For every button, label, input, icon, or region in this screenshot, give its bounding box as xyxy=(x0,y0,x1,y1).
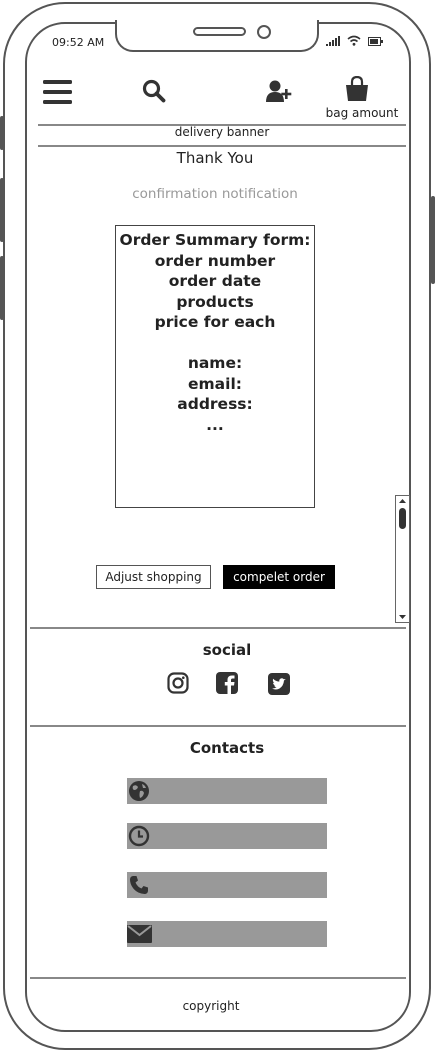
side-button-volume-down xyxy=(0,256,4,320)
contacts-heading: Contacts xyxy=(189,739,265,757)
menu-button[interactable] xyxy=(43,80,72,105)
globe-icon xyxy=(129,781,149,801)
search-icon xyxy=(142,79,166,103)
instagram-icon xyxy=(167,672,189,694)
add-user-icon xyxy=(266,80,292,102)
phone-notch xyxy=(115,20,319,52)
search-button[interactable] xyxy=(142,79,166,103)
clock-icon xyxy=(128,825,150,847)
contact-hours[interactable] xyxy=(127,823,327,849)
side-button-volume-up xyxy=(0,178,4,242)
social-divider xyxy=(30,725,406,727)
name-field: name: xyxy=(187,354,243,372)
battery-icon xyxy=(368,37,383,46)
wifi-icon xyxy=(347,35,361,46)
more-fields-ellipsis: ... xyxy=(206,415,224,434)
side-button-mute xyxy=(0,116,4,150)
bag-amount-label: bag amount xyxy=(325,106,399,120)
contact-website[interactable] xyxy=(127,778,327,804)
products-field: products xyxy=(176,292,254,311)
email-field: email: xyxy=(188,374,242,393)
status-time: 09:52 AM xyxy=(52,36,105,49)
social-heading: social xyxy=(202,641,252,659)
main-divider xyxy=(30,627,406,629)
facebook-link[interactable] xyxy=(216,672,238,694)
thank-you-heading: Thank You xyxy=(176,149,254,167)
contacts-divider xyxy=(30,977,406,979)
contact-email[interactable] xyxy=(127,921,327,947)
hamburger-icon xyxy=(43,80,72,104)
facebook-icon xyxy=(216,672,238,694)
price-field: price for each xyxy=(154,313,276,331)
confirmation-notification: confirmation notification xyxy=(132,186,298,202)
instagram-link[interactable] xyxy=(167,672,189,694)
signal-icon xyxy=(326,36,340,46)
complete-order-button[interactable]: compelet order xyxy=(223,565,335,589)
front-camera xyxy=(257,25,271,39)
twitter-icon xyxy=(268,673,290,695)
bag-button[interactable] xyxy=(344,75,370,102)
order-date-field: order date xyxy=(168,272,262,290)
status-icons xyxy=(326,35,383,46)
banner-divider xyxy=(38,145,406,147)
twitter-link[interactable] xyxy=(268,673,290,695)
scrollbar[interactable] xyxy=(395,495,410,623)
address-field: address: xyxy=(177,395,253,413)
speaker xyxy=(193,27,246,36)
scroll-up-icon[interactable] xyxy=(396,497,409,505)
delivery-banner: delivery banner xyxy=(174,125,270,139)
order-summary-title: Order Summary form: xyxy=(119,231,311,249)
phone-icon xyxy=(130,876,148,894)
contact-phone[interactable] xyxy=(127,872,327,898)
copyright-text: copyright xyxy=(182,999,240,1013)
mail-icon xyxy=(127,925,152,943)
side-button-power xyxy=(431,196,435,284)
scroll-down-icon[interactable] xyxy=(396,613,409,621)
shopping-bag-icon xyxy=(346,75,368,101)
account-button[interactable] xyxy=(266,80,292,102)
adjust-shopping-button[interactable]: Adjust shopping xyxy=(96,565,211,589)
order-summary-form: Order Summary form: order number order d… xyxy=(115,225,315,508)
order-number-field: order number xyxy=(154,251,276,270)
scrollbar-thumb[interactable] xyxy=(399,508,406,529)
